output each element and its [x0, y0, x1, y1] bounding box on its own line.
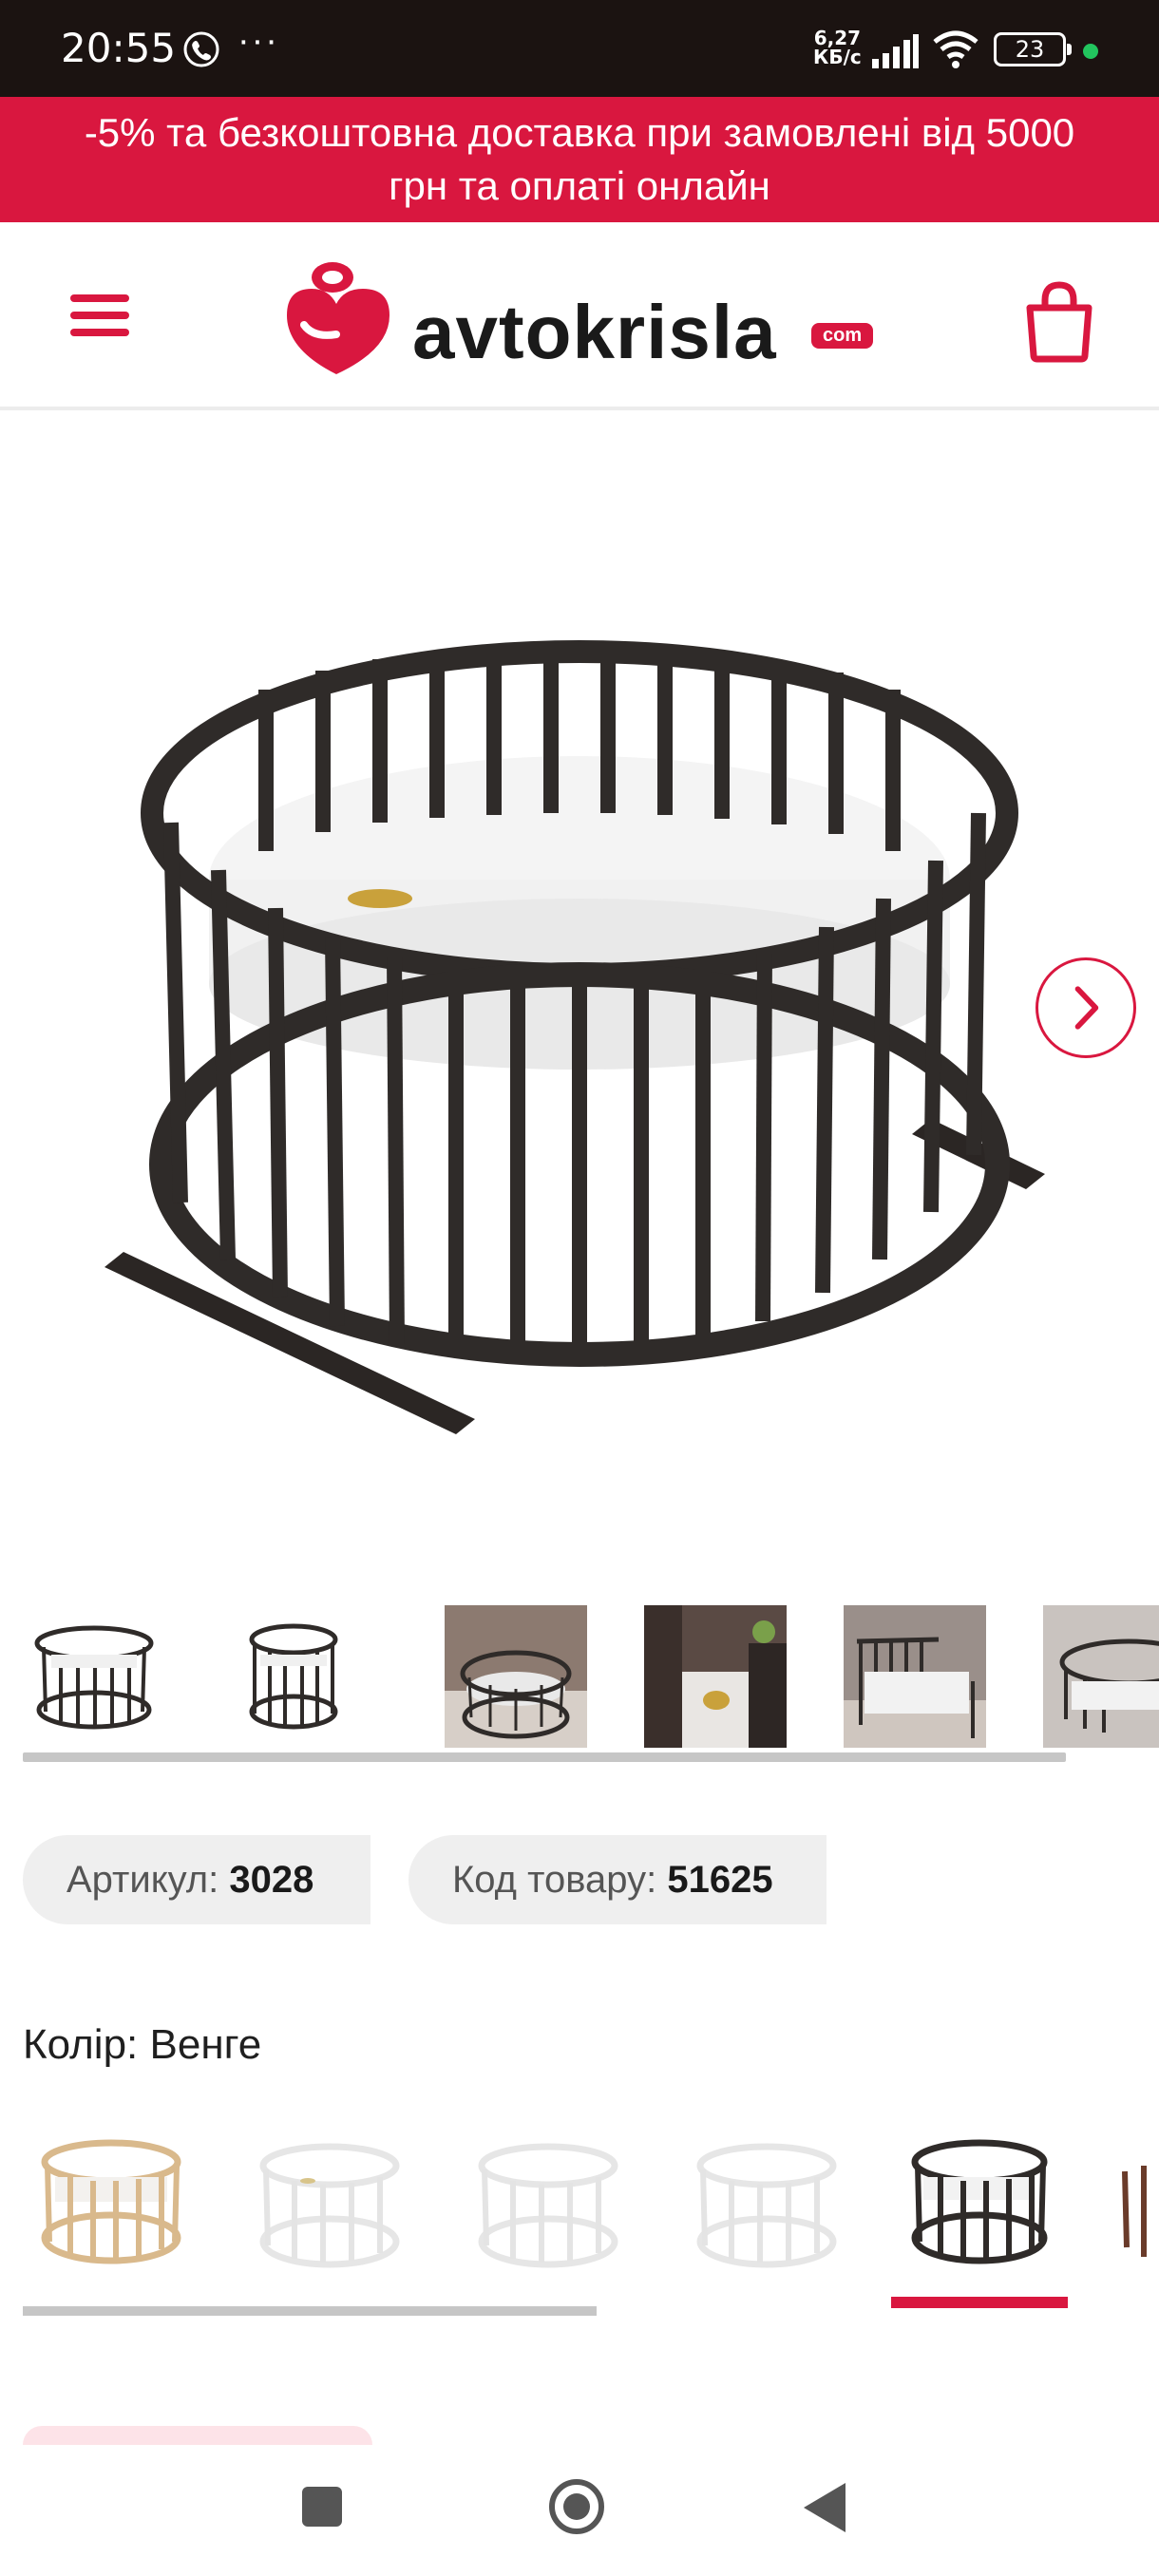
cart-icon[interactable]	[1022, 279, 1096, 363]
product-image	[104, 640, 1045, 1434]
article-value: 3028	[229, 1859, 314, 1901]
thumbnail-strip[interactable]	[23, 1605, 1159, 1748]
site-header: avtokrisla com	[0, 222, 1159, 410]
color-swatch-white[interactable]	[678, 2124, 855, 2301]
color-value: Венге	[149, 2021, 262, 2068]
color-swatch-white[interactable]	[460, 2124, 636, 2301]
promo-line-2: грн та оплаті онлайн	[389, 163, 770, 208]
thumbnail[interactable]	[844, 1605, 986, 1748]
color-label: Колір:	[23, 2021, 139, 2068]
swatch-scrollbar[interactable]	[23, 2306, 597, 2316]
status-time: 20:55	[61, 25, 177, 71]
status-bar: 20:55 ··· 6,27 КБ/с 23	[0, 0, 1159, 97]
more-notifications: ···	[238, 21, 279, 61]
network-speed: 6,27 КБ/с	[813, 27, 862, 68]
color-swatch-white[interactable]	[241, 2124, 418, 2301]
chevron-right-icon	[1074, 986, 1099, 1030]
thumbnail[interactable]	[1043, 1605, 1159, 1748]
logo-text: avtokrisla	[412, 290, 777, 374]
promo-line-1: -5% та безкоштовна доставка при замовлен…	[84, 110, 1075, 155]
home-icon[interactable]	[549, 2479, 604, 2534]
thumbnail[interactable]	[644, 1605, 787, 1748]
thumbnail-scrollbar[interactable]	[23, 1752, 1066, 1762]
color-swatches[interactable]	[23, 2124, 1159, 2314]
product-gallery[interactable]	[0, 414, 1159, 1554]
color-swatch-wenge[interactable]	[891, 2124, 1068, 2308]
privacy-indicator-dot	[1083, 44, 1098, 59]
product-code-value: 51625	[667, 1859, 773, 1901]
color-swatch-natural[interactable]	[23, 2124, 200, 2301]
thumbnail[interactable]	[222, 1605, 365, 1748]
thumbnail[interactable]	[445, 1605, 587, 1748]
thumbnail[interactable]	[23, 1605, 165, 1748]
color-swatch-brown[interactable]	[1115, 2124, 1159, 2301]
recent-apps-icon[interactable]	[302, 2487, 342, 2527]
system-navigation-bar	[0, 2445, 1159, 2576]
battery-icon: 23	[994, 32, 1072, 66]
site-logo[interactable]: avtokrisla com	[276, 256, 902, 380]
menu-icon[interactable]	[70, 294, 129, 344]
product-code-label: Код товару:	[452, 1859, 657, 1901]
product-code-badge: Код товару: 51625	[408, 1835, 826, 1924]
viber-icon	[183, 31, 219, 67]
logo-heart-icon	[287, 262, 390, 374]
article-badge: Артикул: 3028	[23, 1835, 370, 1924]
signal-icon	[872, 34, 919, 68]
back-icon[interactable]	[804, 2483, 846, 2532]
wifi-icon	[933, 30, 978, 68]
color-selection-label: Колір: Венге	[23, 2021, 261, 2069]
article-label: Артикул:	[66, 1859, 219, 1901]
next-image-button[interactable]	[1036, 957, 1136, 1058]
promo-banner[interactable]: -5% та безкоштовна доставка при замовлен…	[0, 97, 1159, 222]
logo-badge: com	[811, 323, 874, 349]
